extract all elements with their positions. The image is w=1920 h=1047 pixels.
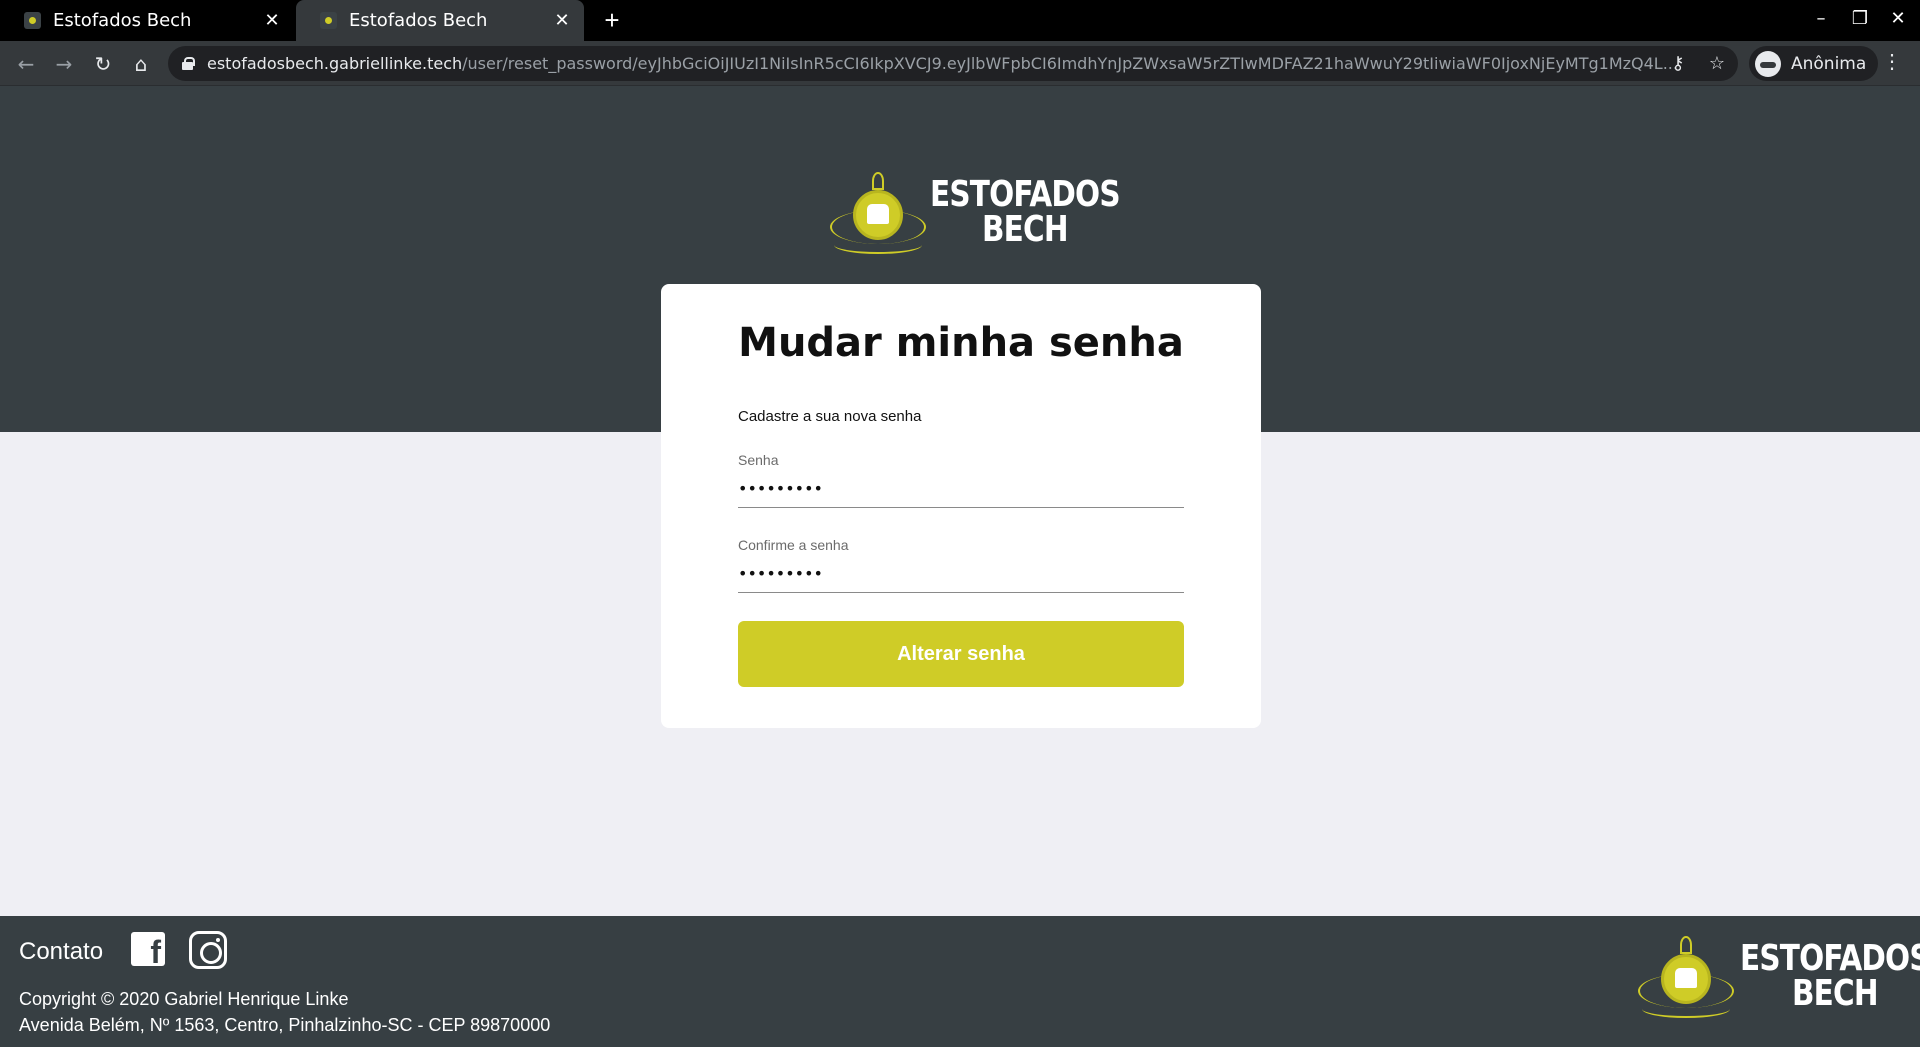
browser-tab-strip: Estofados Bech ✕ Estofados Bech ✕ + – ❐ … [0, 0, 1920, 41]
facebook-icon[interactable]: f [131, 932, 165, 968]
instagram-icon[interactable] [189, 931, 227, 969]
address-text: Avenida Belém, Nº 1563, Centro, Pinhalzi… [19, 1015, 551, 1035]
reload-icon[interactable]: ↻ [89, 50, 117, 78]
new-tab-button[interactable]: + [598, 6, 626, 34]
key-icon[interactable]: ⚷ [1667, 53, 1689, 74]
restore-icon[interactable]: ❐ [1848, 8, 1872, 29]
logo-wordmark: ESTOFADOS BECH [930, 173, 1121, 250]
url-host: estofadosbech.gabriellinke.tech [207, 54, 463, 73]
logo-emblem-icon [1636, 926, 1736, 1026]
incognito-icon [1755, 50, 1781, 77]
change-password-button[interactable]: Alterar senha [738, 621, 1184, 687]
window-close-icon[interactable]: ✕ [1886, 8, 1910, 29]
tab-title: Estofados Bech [53, 10, 192, 31]
favicon-icon [320, 12, 337, 29]
confirm-password-label: Confirme a senha [738, 537, 849, 553]
site-footer: Contato f Copyright © 2020 Gabriel Henri… [0, 916, 1920, 1047]
copyright-text: Copyright © 2020 Gabriel Henrique Linke [19, 989, 349, 1009]
minimize-icon[interactable]: – [1809, 8, 1833, 29]
page-title: Mudar minha senha [738, 320, 1184, 366]
address-bar[interactable]: estofadosbech.gabriellinke.tech/user/res… [168, 46, 1738, 81]
forward-icon[interactable]: → [50, 50, 78, 78]
reset-password-card: Mudar minha senha Cadastre a sua nova se… [661, 284, 1261, 728]
lock-icon[interactable] [182, 57, 195, 70]
profile-button[interactable]: Anônima [1749, 46, 1879, 81]
back-icon[interactable]: ← [12, 50, 40, 78]
logo-emblem-icon [828, 162, 928, 262]
contact-heading: Contato [19, 938, 104, 965]
confirm-password-input[interactable] [738, 561, 1184, 585]
password-field: Senha [738, 452, 1184, 508]
favicon-icon [24, 12, 41, 29]
url-text[interactable]: estofadosbech.gabriellinke.tech/user/res… [207, 54, 1677, 73]
star-icon[interactable]: ☆ [1706, 53, 1728, 74]
browser-tab-2[interactable]: Estofados Bech ✕ [296, 0, 584, 41]
browser-tab-1[interactable]: Estofados Bech ✕ [0, 0, 294, 41]
url-path: /user/reset_password/eyJhbGciOiJIUzI1NiI… [462, 54, 1677, 73]
tab-title: Estofados Bech [349, 10, 488, 31]
profile-label: Anônima [1791, 53, 1867, 74]
browser-toolbar: ← → ↻ ⌂ estofadosbech.gabriellinke.tech/… [0, 41, 1920, 86]
logo-wordmark: ESTOFADOS BECH [1740, 937, 1920, 1014]
footer-info: Copyright © 2020 Gabriel Henrique Linke … [19, 986, 550, 1038]
password-input[interactable] [738, 476, 1184, 500]
home-icon[interactable]: ⌂ [127, 50, 155, 78]
password-label: Senha [738, 452, 779, 468]
close-icon[interactable]: ✕ [552, 10, 572, 31]
footer-logo: ESTOFADOS BECH [1636, 926, 1920, 1026]
close-icon[interactable]: ✕ [262, 10, 282, 31]
menu-icon[interactable]: ⋮ [1882, 49, 1902, 74]
site-logo[interactable]: ESTOFADOS BECH [828, 162, 1161, 262]
form-subtitle: Cadastre a sua nova senha [738, 408, 922, 425]
page-content: ESTOFADOS BECH Mudar minha senha Cadastr… [0, 86, 1920, 1047]
confirm-password-field: Confirme a senha [738, 537, 1184, 593]
